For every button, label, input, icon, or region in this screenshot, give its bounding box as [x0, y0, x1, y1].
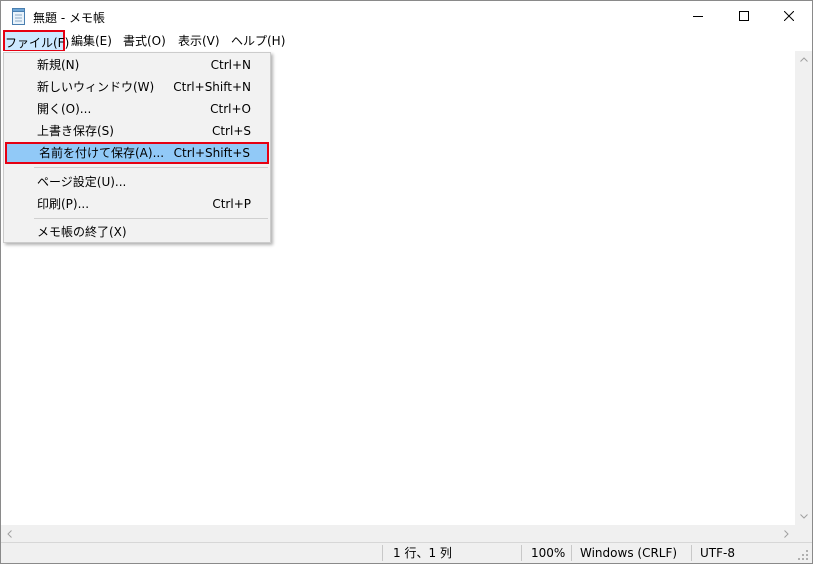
- menu-item-open[interactable]: 開く(O)... Ctrl+O: [4, 98, 270, 120]
- resize-grip-icon[interactable]: [798, 550, 809, 561]
- status-divider: [571, 545, 572, 561]
- status-zoom: 100%: [531, 546, 566, 560]
- notepad-icon: [12, 8, 25, 25]
- menu-item-label: ページ設定(U)...: [37, 175, 127, 189]
- menu-item-label: 新しいウィンドウ(W): [37, 80, 155, 94]
- menu-item-label: メモ帳の終了(X): [37, 225, 127, 239]
- menu-item-new[interactable]: 新規(N) Ctrl+N: [4, 54, 270, 76]
- menu-item-shortcut: Ctrl+Shift+N: [173, 80, 251, 94]
- title-bar[interactable]: 無題 - メモ帳: [1, 1, 812, 31]
- menu-separator: [34, 218, 268, 219]
- menu-item-shortcut: Ctrl+P: [212, 197, 251, 211]
- file-menu-dropdown: 新規(N) Ctrl+N 新しいウィンドウ(W) Ctrl+Shift+N 開く…: [3, 52, 271, 243]
- menu-item-label: 新規(N): [37, 58, 80, 72]
- menu-file[interactable]: ファイル(F): [3, 30, 69, 52]
- menu-view[interactable]: 表示(V): [178, 31, 220, 51]
- menu-item-shortcut: Ctrl+Shift+S: [173, 146, 250, 160]
- menu-item-save[interactable]: 上書き保存(S) Ctrl+S: [4, 120, 270, 142]
- status-divider: [521, 545, 522, 561]
- menu-item-label: 印刷(P)...: [37, 197, 90, 211]
- scroll-up-arrow[interactable]: [795, 51, 812, 68]
- menu-separator: [34, 167, 268, 168]
- menu-item-shortcut: Ctrl+N: [210, 58, 251, 72]
- scroll-right-arrow[interactable]: [778, 525, 795, 542]
- status-divider: [691, 545, 692, 561]
- menu-item-shortcut: Ctrl+S: [211, 124, 251, 138]
- window-title: 無題 - メモ帳: [33, 11, 105, 25]
- close-icon: [784, 11, 794, 21]
- menu-item-save-as[interactable]: 名前を付けて保存(A)... Ctrl+Shift+S: [5, 142, 269, 164]
- status-bar: 1 行、1 列 100% Windows (CRLF) UTF-8: [1, 542, 812, 563]
- scroll-left-arrow[interactable]: [1, 525, 18, 542]
- minimize-icon: [693, 16, 703, 17]
- status-cursor-position: 1 行、1 列: [393, 546, 452, 560]
- menu-item-page-setup[interactable]: ページ設定(U)...: [4, 171, 270, 193]
- status-divider: [382, 545, 383, 561]
- close-button[interactable]: [766, 1, 812, 31]
- menu-item-label: 上書き保存(S): [37, 124, 114, 138]
- notepad-window: 無題 - メモ帳 ファイル(F) 編集(E) 書式(O) 表示(V) ヘルプ(H…: [0, 0, 813, 564]
- menu-edit[interactable]: 編集(E): [71, 31, 112, 51]
- menu-item-label: 名前を付けて保存(A)...: [39, 146, 165, 160]
- menu-format[interactable]: 書式(O): [123, 31, 166, 51]
- horizontal-scrollbar[interactable]: [1, 525, 795, 542]
- menu-item-label: 開く(O)...: [37, 102, 92, 116]
- chevron-up-icon: [799, 57, 808, 62]
- scroll-down-arrow[interactable]: [795, 508, 812, 525]
- status-line-ending: Windows (CRLF): [580, 546, 678, 560]
- maximize-button[interactable]: [721, 1, 767, 31]
- maximize-icon: [739, 11, 749, 21]
- scrollbar-corner: [795, 525, 812, 542]
- menu-item-shortcut: Ctrl+O: [210, 102, 251, 116]
- menu-bar: ファイル(F) 編集(E) 書式(O) 表示(V) ヘルプ(H): [1, 30, 812, 52]
- chevron-right-icon: [784, 529, 789, 538]
- vertical-scrollbar[interactable]: [795, 51, 812, 525]
- chevron-down-icon: [799, 514, 808, 519]
- minimize-button[interactable]: [675, 1, 721, 31]
- chevron-left-icon: [7, 529, 12, 538]
- menu-help[interactable]: ヘルプ(H): [231, 31, 285, 51]
- menu-item-new-window[interactable]: 新しいウィンドウ(W) Ctrl+Shift+N: [4, 76, 270, 98]
- menu-item-print[interactable]: 印刷(P)... Ctrl+P: [4, 193, 270, 215]
- menu-item-exit[interactable]: メモ帳の終了(X): [4, 221, 270, 243]
- status-encoding: UTF-8: [700, 546, 735, 560]
